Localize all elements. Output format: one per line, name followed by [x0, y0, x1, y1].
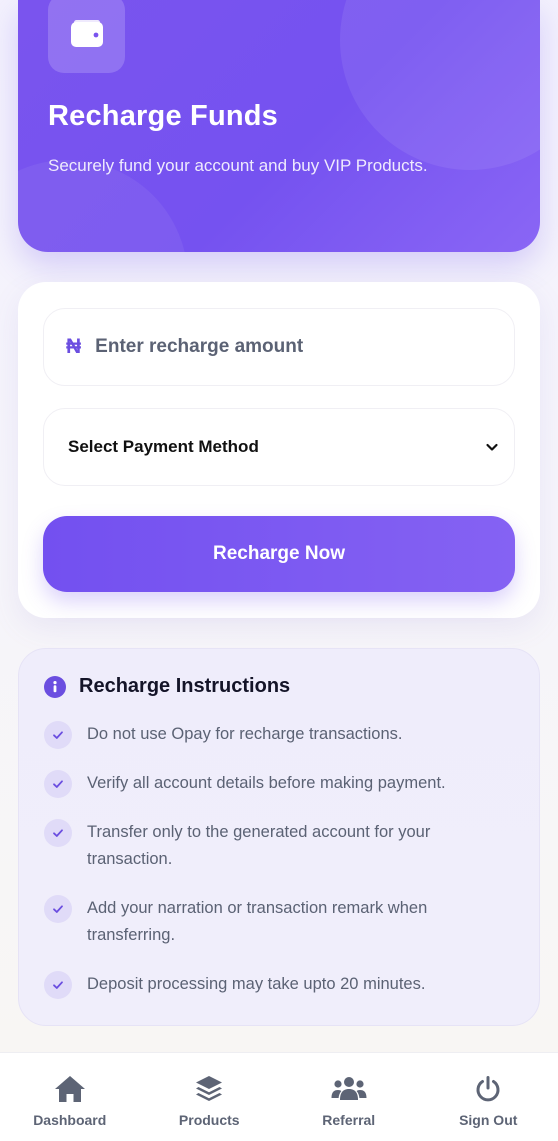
users-icon — [331, 1077, 367, 1100]
info-icon — [44, 675, 66, 698]
list-item: Transfer only to the generated account f… — [44, 819, 514, 873]
nav-item-dashboard[interactable]: Dashboard — [0, 1053, 140, 1141]
nav-item-sign-out[interactable]: Sign Out — [419, 1053, 558, 1141]
nav-label: Sign Out — [459, 1112, 518, 1128]
payment-method-selected: Select Payment Method — [68, 437, 259, 456]
instruction-text: Verify all account details before making… — [87, 774, 446, 792]
home-icon — [54, 1076, 85, 1102]
instructions-card: Recharge Instructions Do not use Opay fo… — [18, 648, 540, 1026]
nav-label: Referral — [322, 1112, 376, 1128]
nav-label: Dashboard — [33, 1112, 107, 1128]
instruction-text: Transfer only to the generated account f… — [87, 823, 431, 868]
page-title: Recharge Funds — [48, 100, 279, 132]
hero-decor-circle — [340, 0, 540, 170]
bottom-nav: Dashboard Products Referral Sign Out — [0, 1052, 558, 1141]
list-item: Add your narration or transaction remark… — [44, 895, 514, 949]
hero-banner: Recharge Funds Securely fund your accoun… — [18, 0, 540, 252]
amount-input[interactable] — [95, 336, 476, 358]
nav-item-referral[interactable]: Referral — [279, 1053, 419, 1141]
payment-method-select[interactable]: Select Payment Method — [43, 408, 515, 486]
list-item: Do not use Opay for recharge transaction… — [44, 721, 514, 749]
recharge-now-button[interactable]: Recharge Now — [43, 516, 515, 592]
check-icon — [44, 770, 72, 798]
check-icon — [44, 895, 72, 923]
nav-item-products[interactable]: Products — [140, 1053, 280, 1141]
recharge-form-card: ₦ Select Payment Method Recharge Now — [18, 282, 540, 618]
naira-icon: ₦ — [66, 335, 82, 358]
instructions-title: Recharge Instructions — [79, 675, 291, 697]
check-icon — [44, 971, 72, 999]
wallet-icon — [70, 19, 103, 47]
check-icon — [44, 721, 72, 749]
instruction-text: Add your narration or transaction remark… — [87, 899, 428, 944]
amount-field[interactable]: ₦ — [43, 308, 515, 386]
page-subtitle: Securely fund your account and buy VIP P… — [48, 156, 428, 175]
instructions-header: Recharge Instructions — [44, 675, 290, 698]
power-icon — [476, 1076, 500, 1102]
list-item: Deposit processing may take upto 20 minu… — [44, 971, 514, 999]
nav-label: Products — [178, 1112, 240, 1128]
chevron-down-icon — [486, 443, 498, 451]
wallet-icon-box — [48, 0, 125, 73]
layers-icon — [196, 1076, 223, 1101]
list-item: Verify all account details before making… — [44, 770, 514, 798]
recharge-page: Recharge Funds Securely fund your accoun… — [0, 0, 558, 1141]
instruction-text: Do not use Opay for recharge transaction… — [87, 725, 403, 743]
instruction-text: Deposit processing may take upto 20 minu… — [87, 975, 426, 993]
check-icon — [44, 819, 72, 847]
